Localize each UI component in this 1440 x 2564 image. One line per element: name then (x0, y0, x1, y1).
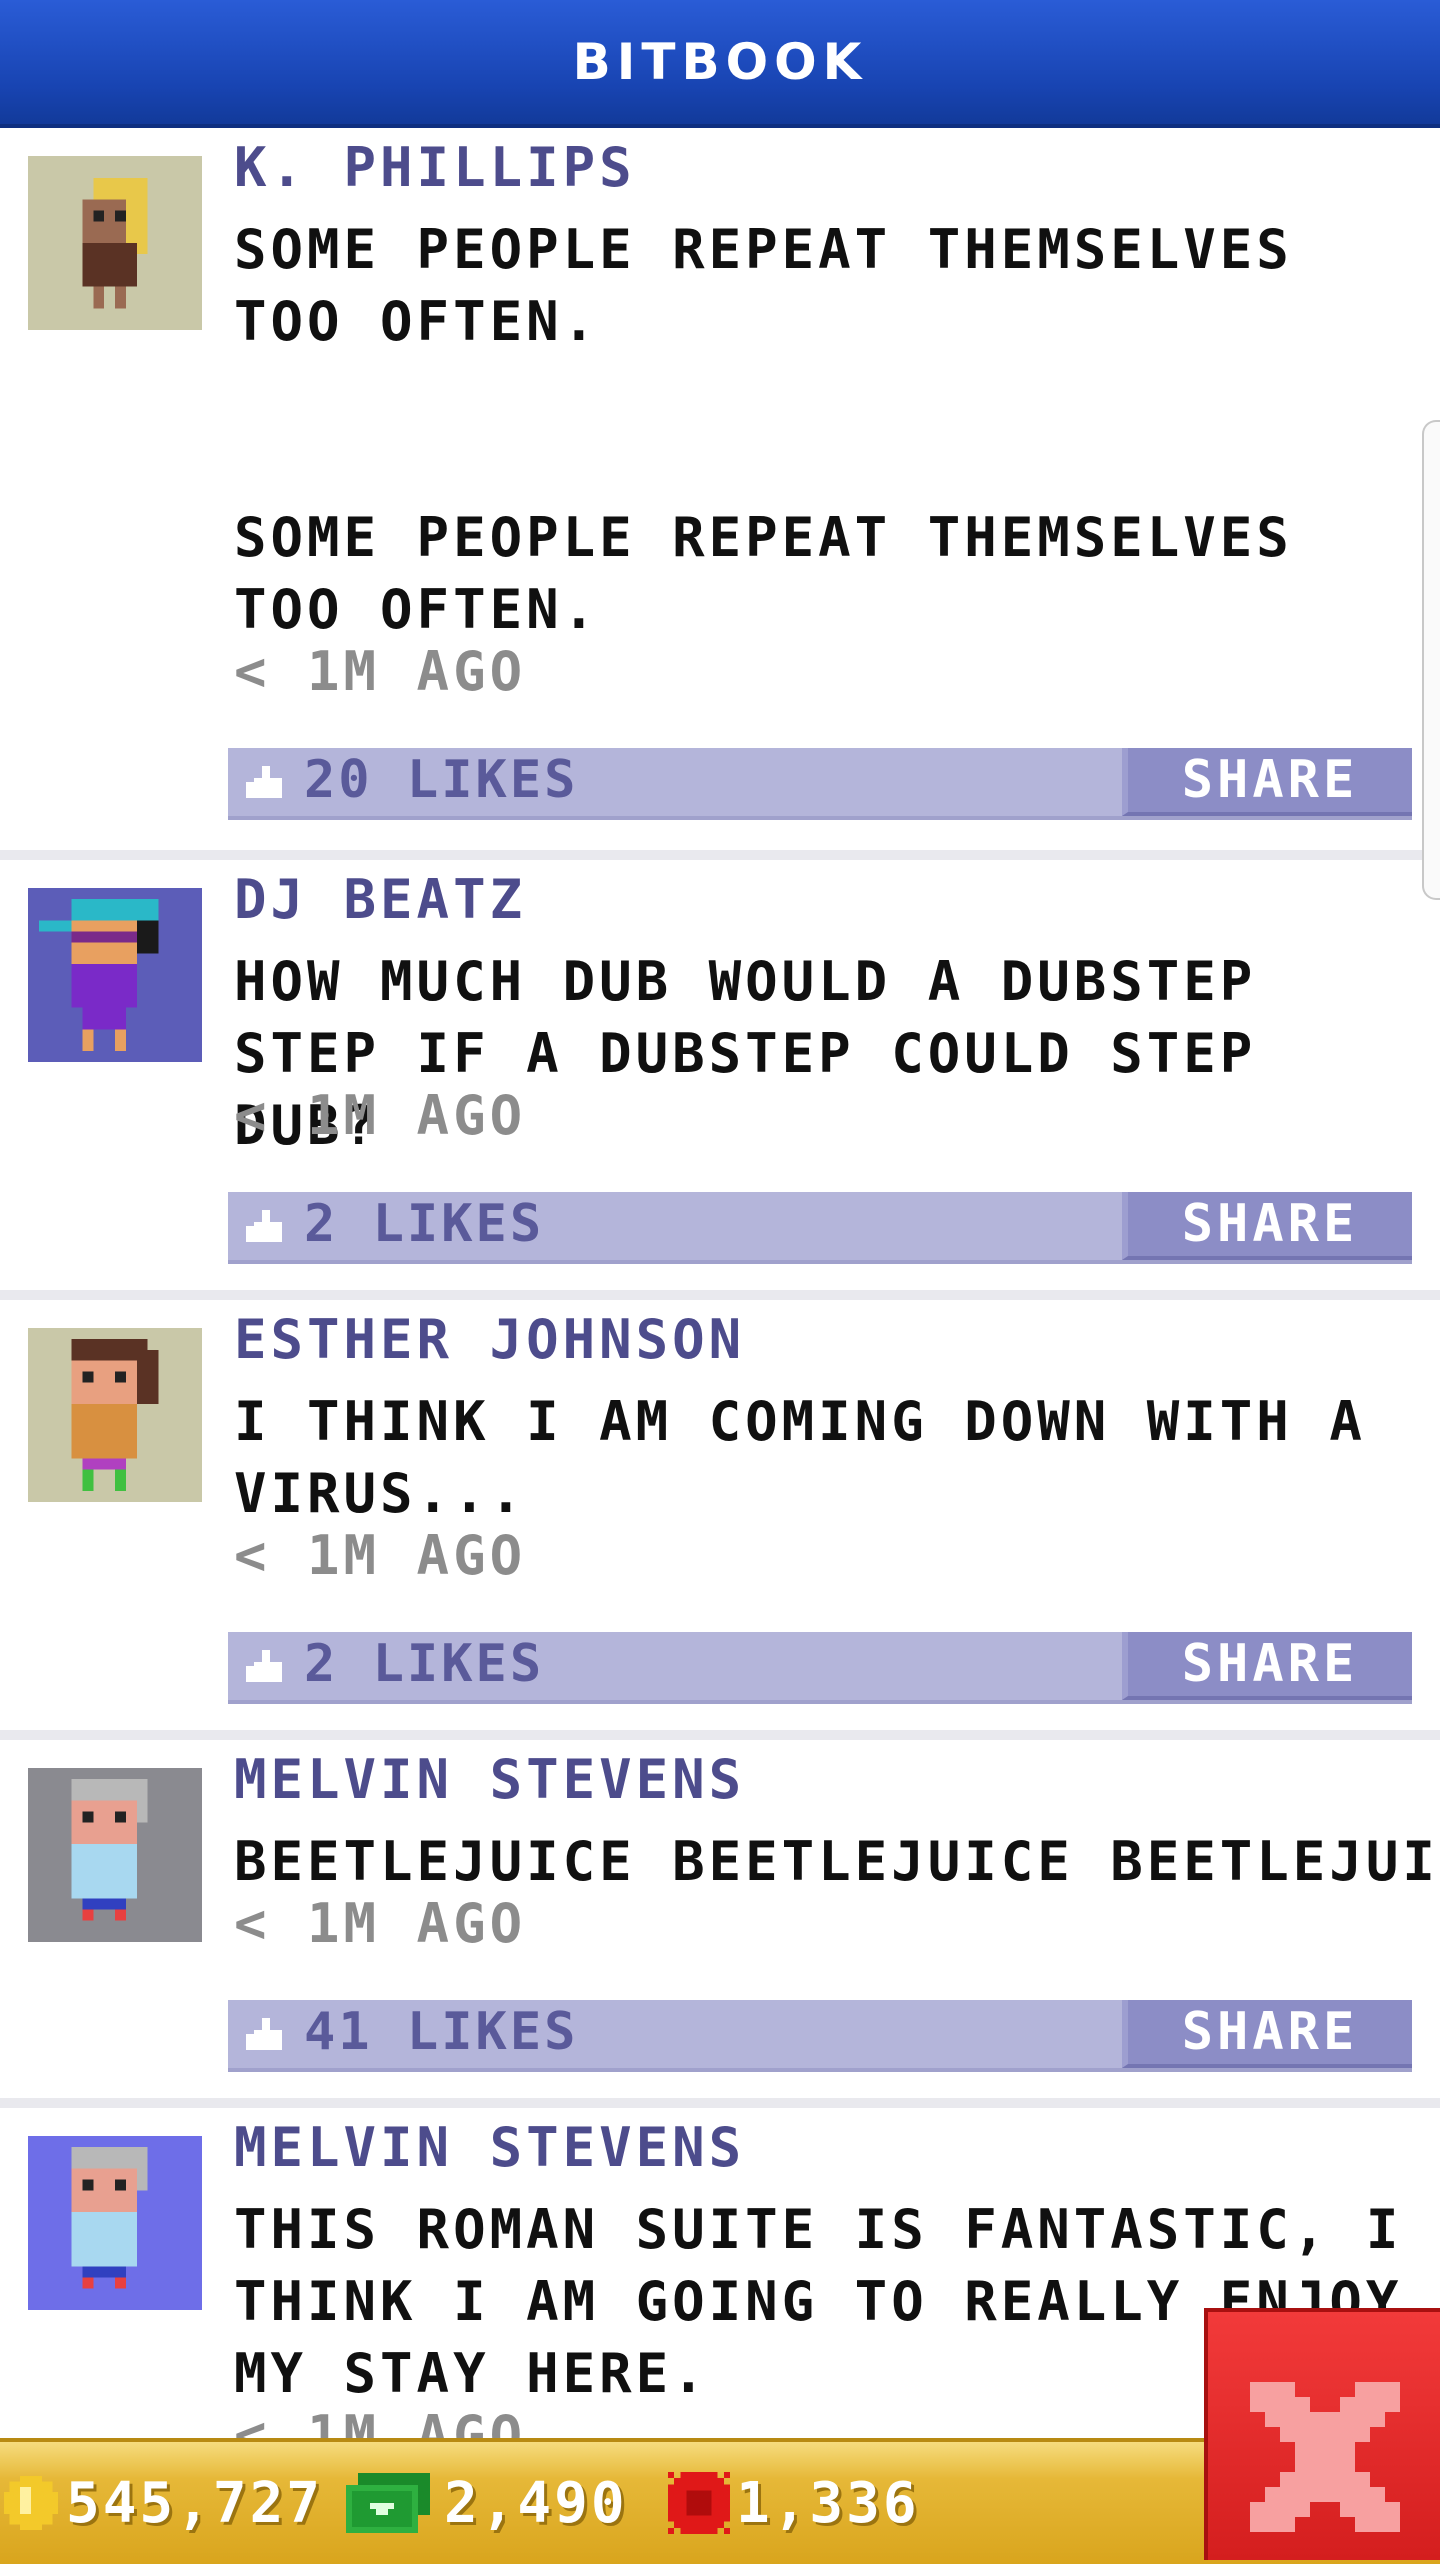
post-timestamp: < 1M AGO (234, 1524, 527, 1587)
post-message: BEETLEJUICE BEETLEJUICE BEETLEJUICE! (234, 1830, 1440, 1893)
share-button[interactable]: SHARE (1122, 1192, 1412, 1260)
post: ESTHER JOHNSON I THINK I AM COMING DOWN … (0, 1300, 1440, 1740)
gems-value: 1,336 (736, 2470, 920, 2536)
post-author[interactable]: ESTHER JOHNSON (234, 1308, 745, 1371)
thumbs-up-icon (246, 2018, 282, 2050)
avatar-k-phillips (28, 156, 202, 330)
coin-icon (4, 2476, 58, 2530)
like-bar[interactable]: 2 LIKES SHARE (228, 1192, 1412, 1264)
avatar[interactable] (28, 1328, 202, 1502)
post-timestamp: < 1M AGO (234, 1084, 527, 1147)
post-author[interactable]: K. PHILLIPS (234, 136, 636, 199)
post-message: I THINK I AM COMING DOWN WITH A VIRUS... (234, 1390, 1366, 1525)
avatar[interactable] (28, 888, 202, 1062)
feed[interactable]: K. PHILLIPS SOME PEOPLE REPEAT THEMSELVE… (0, 128, 1440, 2438)
post: DJ BEATZ HOW MUCH DUB WOULD A DUBSTEP ST… (0, 860, 1440, 1300)
close-icon (1250, 2382, 1400, 2532)
post-timestamp: < 1M AGO (234, 2404, 527, 2438)
app-title: BITBOOK (572, 33, 868, 91)
likes-count: 20 LIKES (304, 750, 579, 810)
avatar[interactable] (28, 2136, 202, 2310)
bux-counter: 2,490 (346, 2442, 628, 2564)
avatar[interactable] (28, 1768, 202, 1942)
post-timestamp: < 1M AGO (234, 640, 527, 703)
coins-value: 545,727 (66, 2470, 324, 2536)
gems-counter: 1,336 (668, 2442, 920, 2564)
bux-value: 2,490 (444, 2470, 628, 2536)
avatar-dj-beatz (28, 888, 202, 1062)
like-bar[interactable]: 41 LIKES SHARE (228, 2000, 1412, 2072)
avatar-melvin-stevens (28, 1768, 202, 1942)
bux-icon (346, 2473, 430, 2533)
likes-count: 41 LIKES (304, 2002, 579, 2062)
coins-counter: 545,727 (4, 2442, 323, 2564)
thumbs-up-icon (246, 1210, 282, 1242)
avatar-esther-johnson (28, 1328, 202, 1502)
likes-count: 2 LIKES (304, 1634, 545, 1694)
close-button[interactable] (1204, 2308, 1440, 2560)
share-button[interactable]: SHARE (1122, 1632, 1412, 1700)
like-bar[interactable]: 20 LIKES SHARE (228, 748, 1412, 820)
share-button[interactable]: SHARE (1122, 2000, 1412, 2068)
post-message: SOME PEOPLE REPEAT THEMSELVES TOO OFTEN. (234, 218, 1293, 353)
post-message: SOME PEOPLE REPEAT THEMSELVES TOO OFTEN. (234, 506, 1293, 641)
like-bar[interactable]: 2 LIKES SHARE (228, 1632, 1412, 1704)
gem-icon (668, 2472, 730, 2534)
post-timestamp: < 1M AGO (234, 1892, 527, 1955)
post-author[interactable]: MELVIN STEVENS (234, 2116, 745, 2179)
likes-count: 2 LIKES (304, 1194, 545, 1254)
thumbs-up-icon (246, 1650, 282, 1682)
post-author[interactable]: DJ BEATZ (234, 868, 526, 931)
post: K. PHILLIPS SOME PEOPLE REPEAT THEMSELVE… (0, 128, 1440, 860)
scroll-handle[interactable] (1422, 420, 1440, 900)
thumbs-up-icon (246, 766, 282, 798)
app-header: BITBOOK (0, 0, 1440, 128)
post-author[interactable]: MELVIN STEVENS (234, 1748, 745, 1811)
post: MELVIN STEVENS BEETLEJUICE BEETLEJUICE B… (0, 1740, 1440, 2108)
avatar[interactable] (28, 156, 202, 330)
avatar-melvin-stevens (28, 2136, 202, 2310)
share-button[interactable]: SHARE (1122, 748, 1412, 816)
